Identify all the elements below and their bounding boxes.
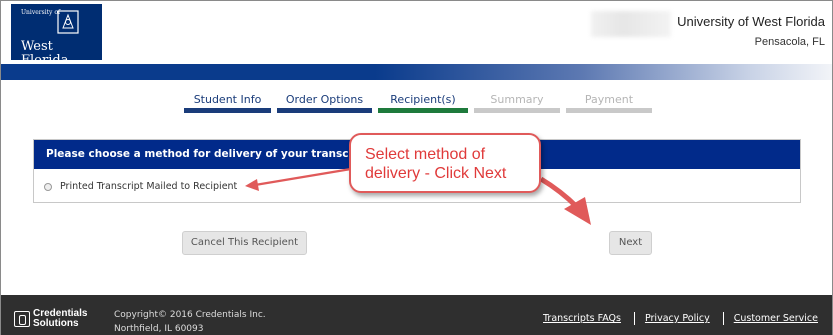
address-text: Northfield, IL 60093 — [114, 324, 204, 334]
step-summary: Summary — [474, 93, 560, 113]
university-name: University of West Florida — [677, 14, 825, 29]
step-student-info[interactable]: Student Info — [184, 93, 271, 113]
step-order-options[interactable]: Order Options — [277, 93, 372, 113]
instruction-callout: Select method of delivery - Click Next — [349, 133, 541, 193]
uwf-logo[interactable]: University of West Florida — [11, 4, 102, 68]
step-label: Student Info — [193, 93, 262, 106]
brand-line2: Solutions — [33, 318, 79, 329]
step-label: Order Options — [285, 93, 364, 106]
copyright-text: Copyright© 2016 Credentials Inc. — [114, 310, 266, 320]
next-button[interactable]: Next — [609, 231, 652, 255]
step-recipients[interactable]: Recipient(s) — [378, 93, 468, 113]
cs-logo-icon — [14, 311, 30, 327]
callout-line1: Select method of — [365, 146, 486, 163]
redacted-area — [591, 11, 671, 37]
delivery-option-mail[interactable]: Printed Transcript Mailed to Recipient — [44, 181, 237, 192]
radio-button[interactable] — [44, 182, 52, 191]
link-customer-service[interactable]: Customer Service — [734, 313, 818, 324]
step-bar — [378, 108, 468, 113]
footer-links: Transcripts FAQs Privacy Policy Customer… — [543, 312, 818, 325]
step-label: Payment — [584, 93, 634, 106]
step-bar — [277, 108, 372, 113]
university-location: Pensacola, FL — [754, 36, 825, 48]
link-transcripts-faqs[interactable]: Transcripts FAQs — [543, 313, 621, 324]
step-bar — [474, 108, 560, 113]
step-bar — [566, 108, 652, 113]
cancel-recipient-button[interactable]: Cancel This Recipient — [182, 231, 307, 255]
seal-icon — [57, 10, 79, 34]
step-label: Summary — [490, 93, 544, 106]
link-privacy-policy[interactable]: Privacy Policy — [645, 313, 710, 324]
progress-steps: Student Info Order Options Recipient(s) … — [184, 93, 652, 113]
step-payment: Payment — [566, 93, 652, 113]
header-band — [1, 64, 832, 80]
credentials-solutions-logo: Credentials Solutions — [14, 309, 87, 329]
copyright-block: Copyright© 2016 Credentials Inc. Northfi… — [114, 308, 266, 335]
link-divider — [722, 312, 724, 325]
callout-line2: delivery - Click Next — [365, 165, 507, 182]
step-label: Recipient(s) — [390, 93, 456, 106]
page-header: University of West Florida University of… — [1, 1, 832, 68]
link-divider — [633, 312, 635, 325]
page-footer: Credentials Solutions Copyright© 2016 Cr… — [1, 295, 832, 335]
step-bar — [184, 108, 271, 113]
delivery-option-label: Printed Transcript Mailed to Recipient — [60, 181, 238, 192]
